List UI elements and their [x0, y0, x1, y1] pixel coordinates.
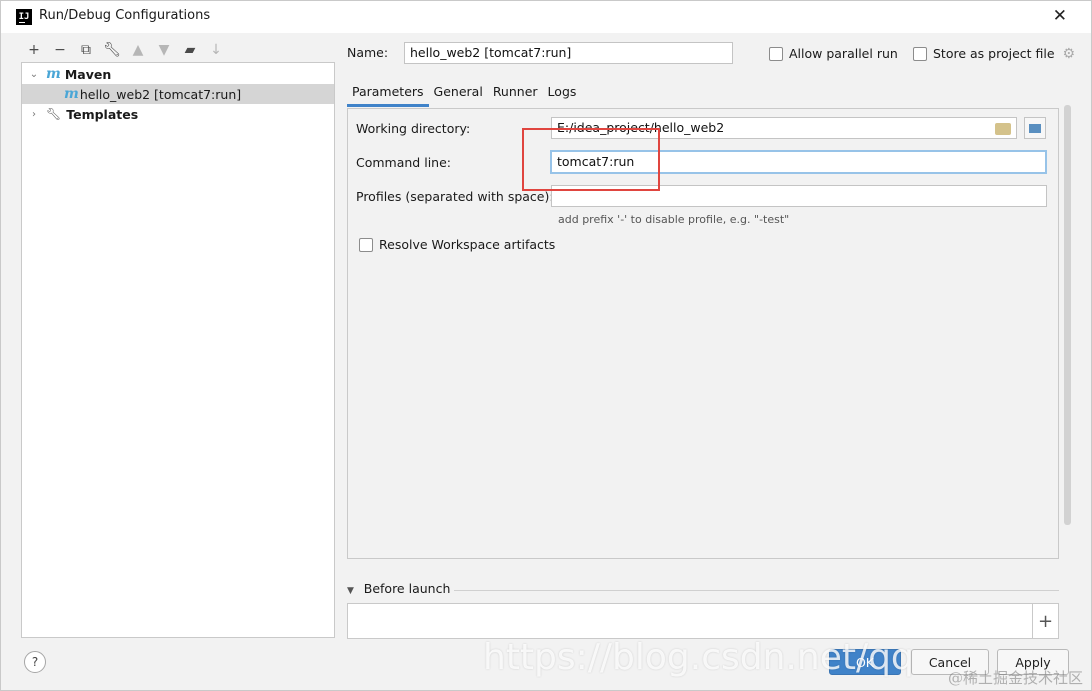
before-launch-list: + — [347, 603, 1059, 639]
config-tabs: Parameters General Runner Logs — [347, 81, 582, 107]
maven-icon: m — [46, 66, 61, 82]
annotation-highlight — [522, 128, 660, 191]
divider — [454, 590, 1059, 591]
config-tree: ⌄ m Maven m hello_web2 [tomcat7:run] › 🔧… — [21, 62, 335, 638]
run-debug-dialog: IJ Run/Debug Configurations ✕ + − ⧉ 🔧︎ ▲… — [0, 0, 1092, 691]
resolve-workspace-checkbox[interactable] — [359, 238, 373, 252]
window-title: Run/Debug Configurations — [39, 8, 211, 23]
browse-module-button[interactable] — [1024, 117, 1046, 139]
gear-icon[interactable]: ⚙ — [1062, 46, 1075, 62]
command-line-label: Command line: — [356, 155, 451, 170]
cancel-button[interactable]: Cancel — [911, 649, 989, 675]
sort-icon[interactable]: ↓ — [205, 40, 227, 60]
ok-button[interactable]: OK — [829, 649, 901, 675]
vertical-scrollbar[interactable] — [1064, 105, 1071, 525]
intellij-icon: IJ — [16, 9, 32, 25]
tab-general[interactable]: General — [429, 81, 488, 105]
close-icon[interactable]: ✕ — [1053, 6, 1067, 26]
name-input[interactable]: hello_web2 [tomcat7:run] — [404, 42, 733, 64]
tree-item-maven[interactable]: ⌄ m Maven — [22, 64, 334, 84]
chevron-down-icon[interactable]: ▼ — [347, 586, 354, 596]
tree-item-hello-web2[interactable]: m hello_web2 [tomcat7:run] — [22, 84, 334, 104]
allow-parallel-checkbox[interactable] — [769, 47, 783, 61]
tab-logs[interactable]: Logs — [543, 81, 582, 105]
name-label: Name: — [347, 45, 389, 60]
plus-icon[interactable]: + — [1032, 604, 1058, 638]
tree-item-label: Templates — [66, 106, 139, 122]
tab-parameters[interactable]: Parameters — [347, 81, 429, 107]
before-launch-header[interactable]: ▼ Before launch — [347, 581, 1059, 596]
working-dir-label: Working directory: — [356, 121, 471, 136]
wrench-icon: 🔧︎ — [46, 107, 62, 121]
maven-icon: m — [64, 86, 79, 102]
plus-icon[interactable]: + — [23, 40, 45, 60]
folder-open-icon[interactable] — [995, 123, 1011, 135]
config-toolbar: + − ⧉ 🔧︎ ▲ ▼ ▰ ↓ — [23, 40, 227, 60]
profiles-label: Profiles (separated with space): — [356, 189, 554, 204]
allow-parallel-label: Allow parallel run — [789, 46, 898, 61]
tab-runner[interactable]: Runner — [488, 81, 543, 105]
copy-icon[interactable]: ⧉ — [75, 40, 97, 60]
wrench-icon[interactable]: 🔧︎ — [101, 40, 123, 60]
resolve-workspace-label: Resolve Workspace artifacts — [379, 237, 556, 252]
chevron-down-icon[interactable]: ⌄ — [28, 69, 40, 80]
profiles-hint: add prefix '-' to disable profile, e.g. … — [558, 213, 790, 226]
help-button[interactable]: ? — [24, 651, 46, 673]
before-launch-label: Before launch — [363, 581, 451, 596]
arrow-up-icon[interactable]: ▲ — [127, 40, 149, 60]
parameters-panel — [347, 108, 1059, 559]
apply-button[interactable]: Apply — [997, 649, 1069, 675]
store-project-label: Store as project file — [933, 46, 1055, 61]
chevron-right-icon[interactable]: › — [28, 109, 40, 120]
store-project-checkbox[interactable] — [913, 47, 927, 61]
tree-item-label: hello_web2 [tomcat7:run] — [79, 86, 242, 102]
folder-icon[interactable]: ▰ — [179, 40, 201, 60]
tree-item-label: Maven — [64, 66, 112, 82]
arrow-down-icon[interactable]: ▼ — [153, 40, 175, 60]
minus-icon[interactable]: − — [49, 40, 71, 60]
title-bar: IJ Run/Debug Configurations ✕ — [1, 1, 1091, 33]
tree-item-templates[interactable]: › 🔧︎ Templates — [22, 104, 334, 124]
